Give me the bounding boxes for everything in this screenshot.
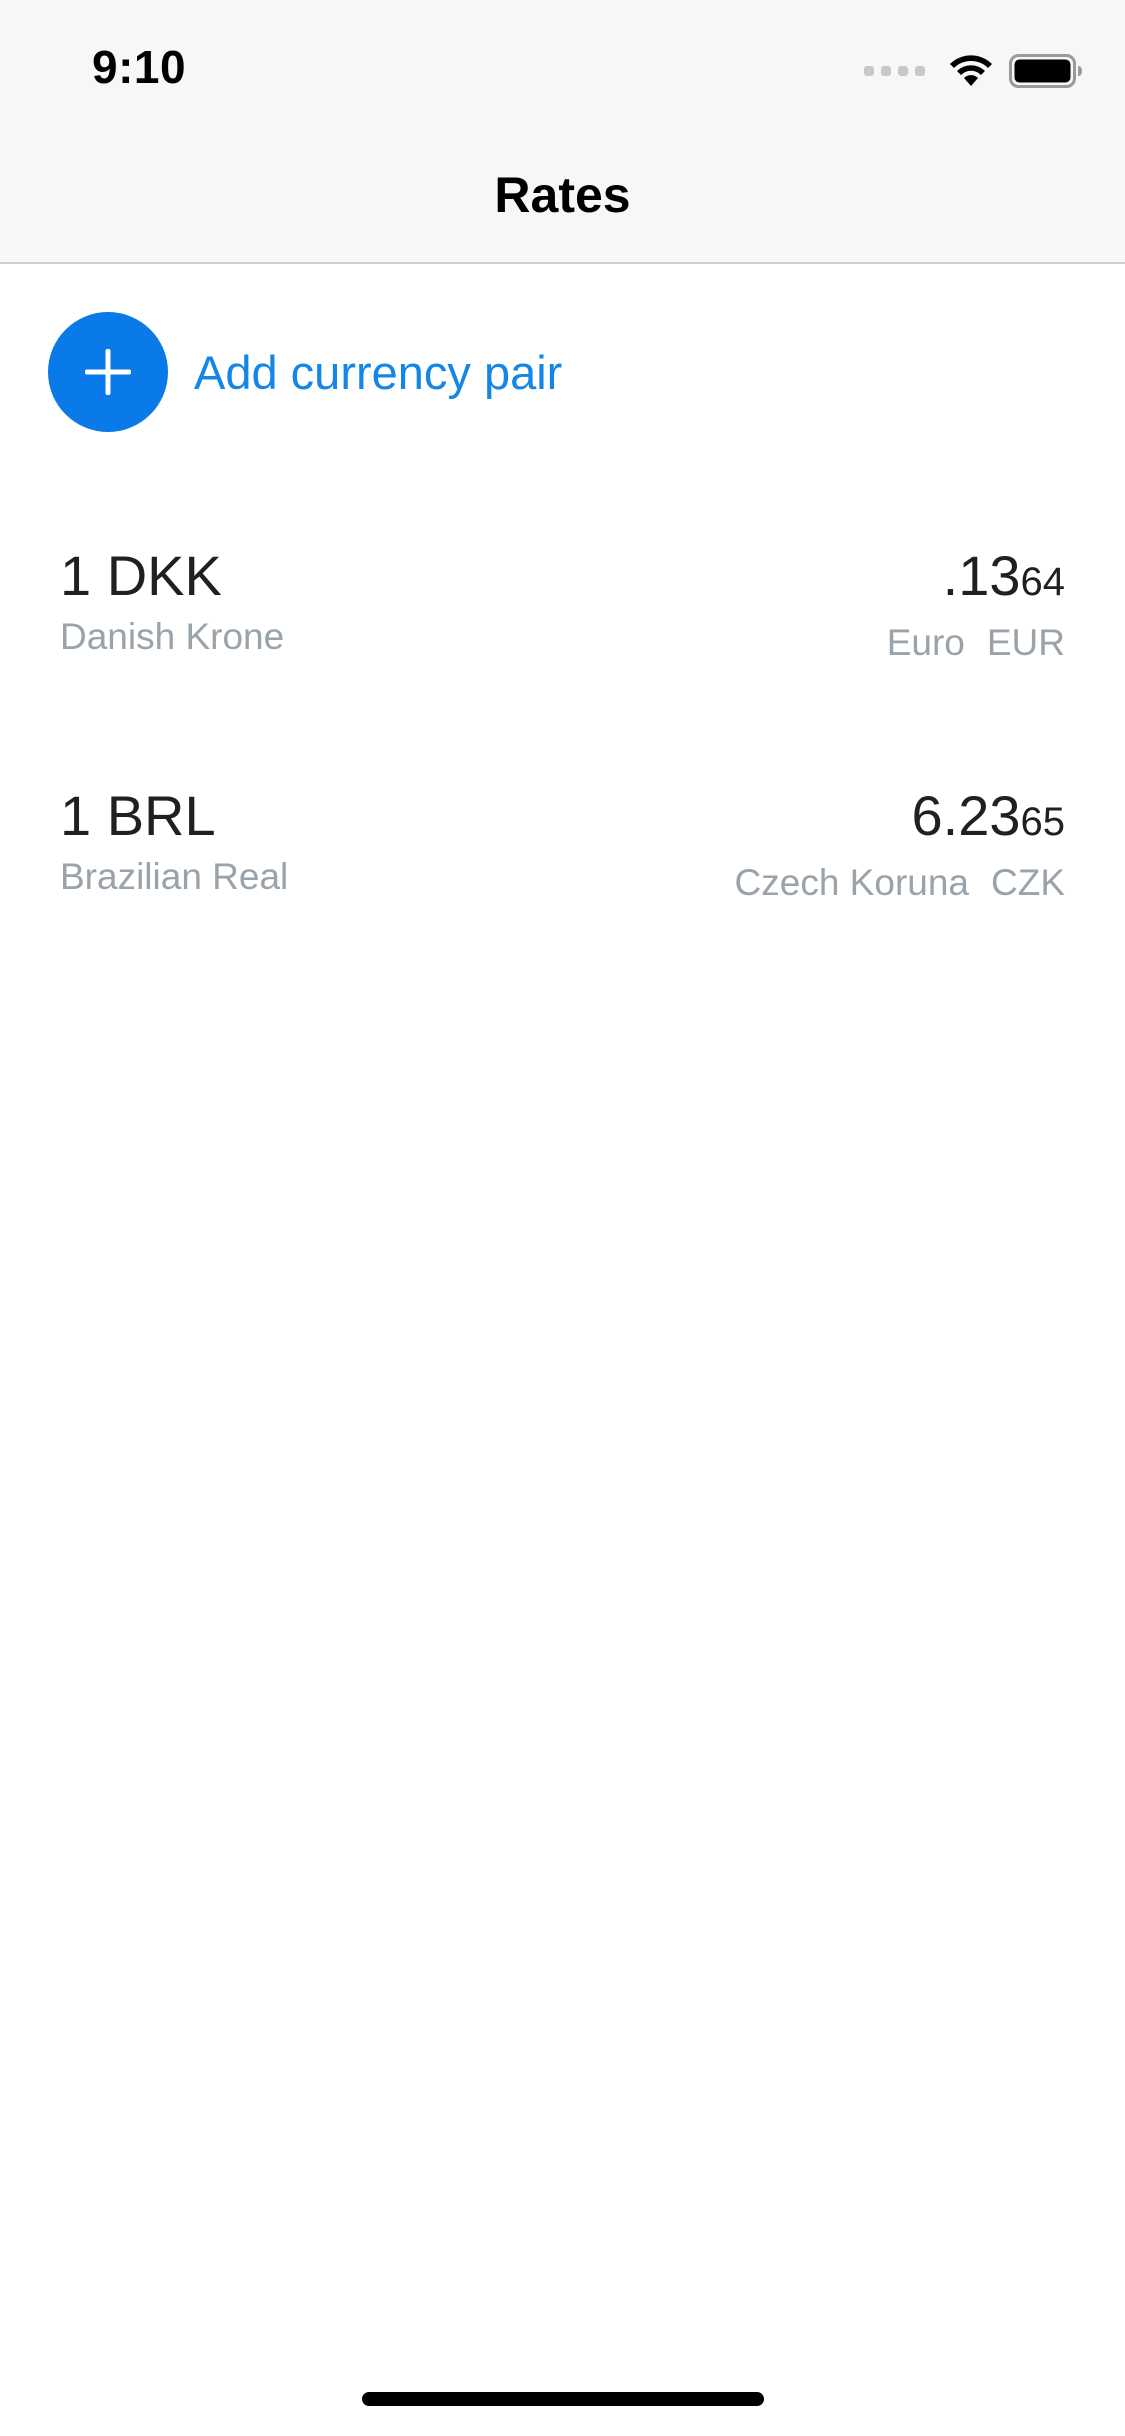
rate-row-dkk-eur[interactable]: 1 DKK Danish Krone .1364 Euro EUR [60, 544, 1065, 674]
base-currency-name: Danish Krone [60, 616, 285, 657]
base-currency: 1 BRL Brazilian Real [60, 784, 288, 902]
navigation-bar: 9:10 Rates [0, 0, 1125, 264]
rate-value-small-digits: 64 [1020, 560, 1066, 604]
base-amount: 1 BRL [60, 784, 216, 847]
rate-value-main: .13 [942, 544, 1021, 607]
quote-currency-name: Czech Koruna [734, 862, 969, 903]
status-time: 9:10 [92, 41, 187, 93]
home-indicator[interactable] [362, 2392, 764, 2406]
wifi-icon [950, 55, 992, 86]
status-icons [864, 50, 1083, 92]
rate-row-brl-czk[interactable]: 1 BRL Brazilian Real 6.2365 Czech Koruna… [60, 784, 1065, 914]
base-currency: 1 DKK Danish Krone [60, 544, 284, 662]
rate-value: 6.2365 [735, 784, 1066, 854]
rate-value: .1364 [887, 544, 1065, 614]
cellular-signal-icon [864, 66, 925, 76]
quote-currency-code: CZK [991, 862, 1065, 903]
page-title: Rates [494, 167, 631, 223]
rate-value-main: 6.23 [911, 784, 1021, 847]
battery-icon [1009, 54, 1082, 88]
rates-screen: 9:10 Rates Add currency pair 1 DKK Danis… [0, 0, 1125, 2436]
add-currency-pair-button[interactable]: Add currency pair [48, 312, 562, 432]
quote-currency-label: Czech Koruna CZK [735, 858, 1065, 908]
base-currency-name: Brazilian Real [60, 856, 289, 897]
quote-currency-name: Euro [886, 622, 965, 663]
quote-currency-code: EUR [986, 622, 1065, 663]
plus-icon[interactable] [48, 312, 168, 432]
quote-currency: .1364 Euro EUR [887, 544, 1065, 668]
quote-currency-label: Euro EUR [887, 618, 1065, 668]
rate-value-small-digits: 65 [1020, 800, 1066, 844]
add-currency-pair-label: Add currency pair [194, 345, 563, 399]
quote-currency: 6.2365 Czech Koruna CZK [735, 784, 1065, 908]
base-amount: 1 DKK [60, 544, 222, 607]
